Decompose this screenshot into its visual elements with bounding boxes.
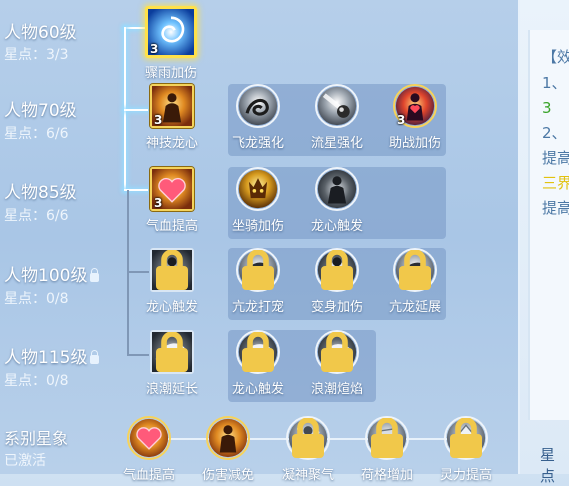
padlock-icon <box>450 418 482 458</box>
swirl-icon: 3 <box>145 6 197 58</box>
tier-100-label: 人物100级 <box>4 261 100 286</box>
skill-node[interactable]: 流星强化 <box>295 84 379 151</box>
tier-100-text: 人物100级 <box>4 266 88 286</box>
padlock-icon <box>156 332 188 372</box>
skill-name: 气血提高 <box>145 219 198 234</box>
skill-count: 3 <box>154 196 163 210</box>
constellation-node[interactable]: 气血提高 <box>107 416 191 483</box>
skill-node[interactable]: 浪潮煊焰 <box>295 330 379 397</box>
skill-name: 坐骑加伤 <box>231 219 284 234</box>
skill-node[interactable]: 飞龙强化 <box>216 84 300 151</box>
effect-panel <box>520 0 569 474</box>
silhouette-icon <box>315 167 359 211</box>
padlock-icon <box>292 418 324 458</box>
skill-node[interactable]: 龙心触发 <box>216 330 300 397</box>
skill-name: 亢龙打宠 <box>231 300 284 315</box>
skill-name: 骤雨加伤 <box>144 66 197 81</box>
lock-icon <box>90 268 100 282</box>
wave-icon <box>150 330 194 374</box>
constellation-node[interactable]: 灵力提高 <box>424 416 508 483</box>
tier-100-points: 星点：0/8 <box>4 291 69 307</box>
dragon-icon <box>236 248 280 292</box>
effect-line-4: 提高 <box>542 149 569 167</box>
constellation-status: 已激活 <box>4 453 46 469</box>
effect-line-3: 2、 <box>542 124 567 142</box>
padlock-icon <box>321 250 353 290</box>
tier-70-label: 人物70级 <box>4 101 77 121</box>
wave-icon <box>236 330 280 374</box>
tier-115-text: 人物115级 <box>4 348 88 368</box>
crystal-icon <box>444 416 488 460</box>
padlock-icon <box>242 250 274 290</box>
effect-line-1: 1、 <box>542 74 567 92</box>
skill-count: 3 <box>154 113 163 127</box>
tier-85-points: 星点：6/6 <box>4 208 69 224</box>
skill-name: 龙心触发 <box>145 300 198 315</box>
silhouette-icon <box>315 248 359 292</box>
skill-name: 变身加伤 <box>310 300 363 315</box>
skill-node[interactable]: 3 气血提高 <box>130 167 214 234</box>
tier-85-label: 人物85级 <box>4 183 77 203</box>
skill-count: 3 <box>150 42 159 56</box>
constellation-node[interactable]: 荷格增加 <box>345 416 429 483</box>
skill-name: 流星强化 <box>310 136 363 151</box>
demon-icon <box>236 167 280 211</box>
flame-figure-icon <box>206 416 250 460</box>
skill-node[interactable]: 3 神技龙心 <box>130 84 214 151</box>
skill-node[interactable]: 龙心触发 <box>295 167 379 234</box>
flame-figure-icon: 3 <box>150 84 194 128</box>
dragon-icon <box>236 84 280 128</box>
constellation-label: 系别星象 <box>4 429 69 448</box>
silhouette-icon <box>150 248 194 292</box>
padlock-icon <box>371 418 403 458</box>
meteor-icon <box>315 84 359 128</box>
effect-line-5: 三界 <box>542 174 569 192</box>
heart-icon: 3 <box>150 167 194 211</box>
wave-icon <box>315 330 359 374</box>
skill-node[interactable]: 浪潮延长 <box>130 330 214 397</box>
skill-node[interactable]: 变身加伤 <box>295 248 379 315</box>
dragon-icon <box>393 248 437 292</box>
skill-node[interactable]: 亢龙打宠 <box>216 248 300 315</box>
tier-70-points: 星点：6/6 <box>4 126 69 142</box>
skill-name: 亢龙延展 <box>388 300 441 315</box>
skill-name: 神技龙心 <box>145 136 198 151</box>
tier-60-label: 人物60级 <box>4 23 77 43</box>
sparkle-icon <box>286 416 330 460</box>
skill-name: 浪潮煊焰 <box>310 382 363 397</box>
constellation-node[interactable]: 伤害减免 <box>186 416 270 483</box>
skill-name: 浪潮延长 <box>145 382 198 397</box>
skill-name: 龙心触发 <box>310 219 363 234</box>
star-points-heading: 星点 <box>540 446 556 485</box>
lock-icon <box>90 350 100 364</box>
constellation-node[interactable]: 凝神聚气 <box>266 416 350 483</box>
skill-name: 飞龙强化 <box>231 136 284 151</box>
padlock-icon <box>399 250 431 290</box>
skill-name: 龙心触发 <box>231 382 284 397</box>
skill-node[interactable]: 亢龙延展 <box>373 248 457 315</box>
padlock-icon <box>156 250 188 290</box>
effect-title: 【效 <box>542 48 569 66</box>
skill-count: 3 <box>397 113 406 127</box>
skill-node[interactable]: 龙心触发 <box>130 248 214 315</box>
skill-name: 助战加伤 <box>388 136 441 151</box>
skill-node[interactable]: 坐骑加伤 <box>216 167 300 234</box>
tier-115-label: 人物115级 <box>4 343 100 368</box>
padlock-icon <box>242 332 274 372</box>
padlock-icon <box>321 332 353 372</box>
effect-line-6: 提高 <box>542 199 569 217</box>
tier-115-points: 星点：0/8 <box>4 373 69 389</box>
heart-icon <box>127 416 171 460</box>
skill-node[interactable]: 3 骤雨加伤 <box>129 6 213 81</box>
skill-node[interactable]: 3 助战加伤 <box>373 84 457 151</box>
heart-figure-icon: 3 <box>393 84 437 128</box>
tier-60-points: 星点：3/3 <box>4 47 69 63</box>
rock-icon <box>365 416 409 460</box>
effect-line-2: 3 <box>542 99 552 117</box>
